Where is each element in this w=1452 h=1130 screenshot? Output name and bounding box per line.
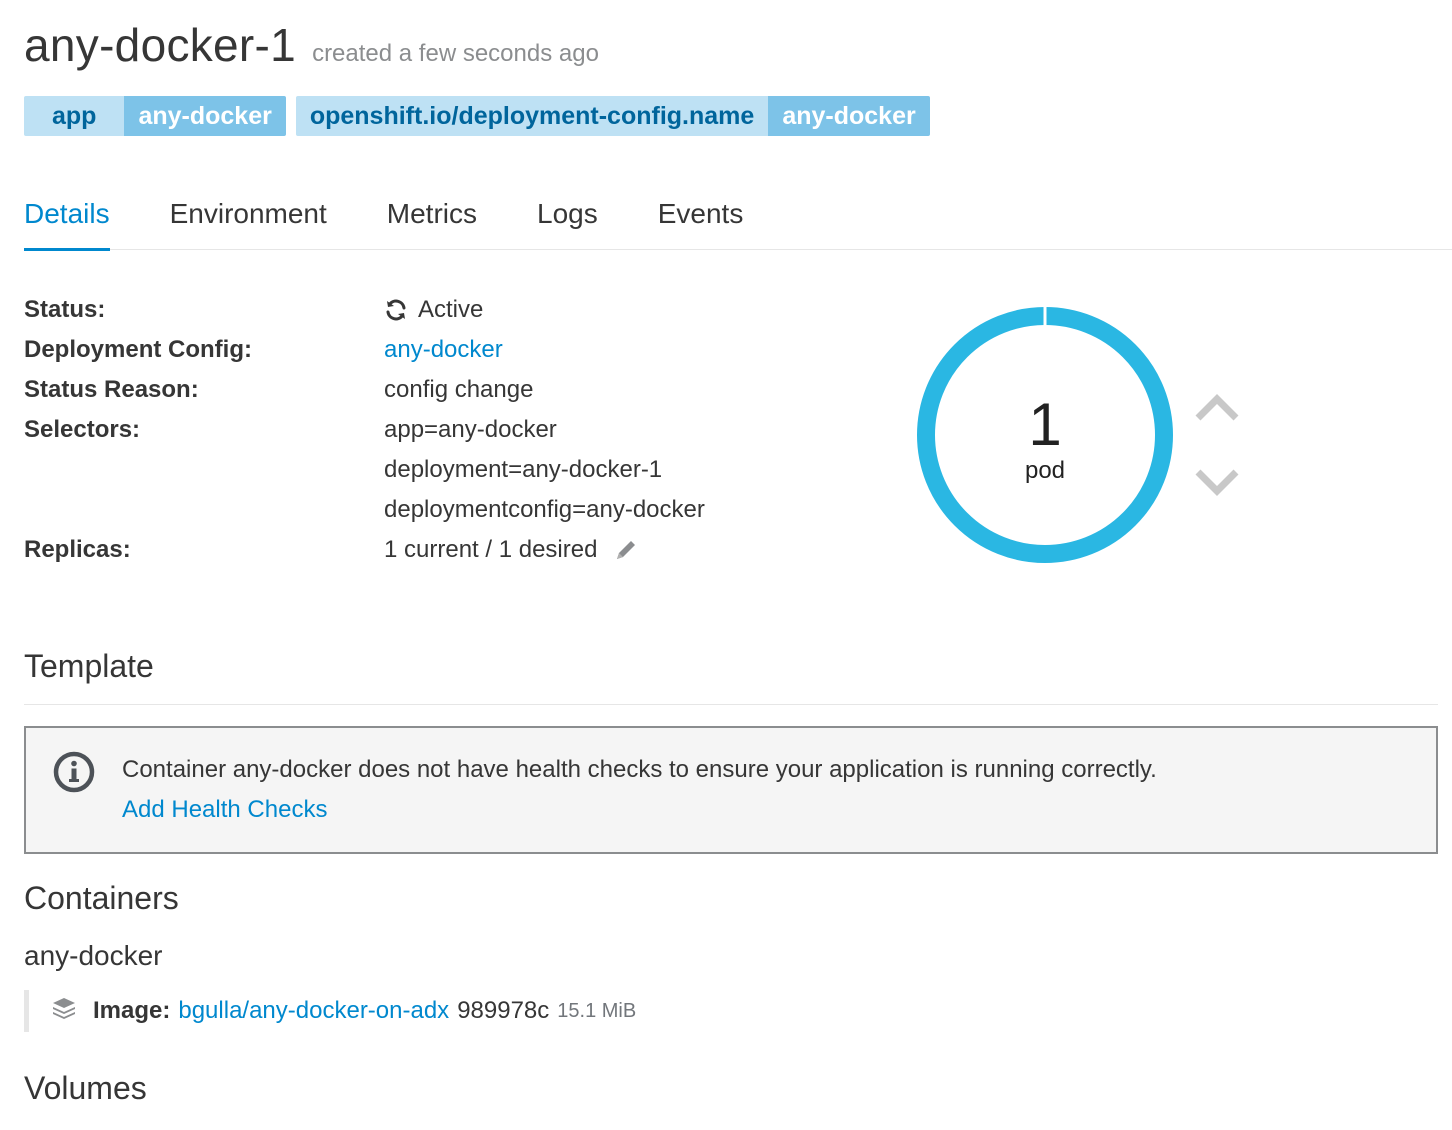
volumes-heading: Volumes: [24, 1070, 147, 1106]
tab-metrics[interactable]: Metrics: [387, 190, 477, 250]
replicas-key: Replicas:: [24, 536, 131, 563]
deployment-config-link[interactable]: any-docker: [384, 336, 503, 364]
label-deployment-config-name[interactable]: openshift.io/deployment-config.name any-…: [295, 96, 930, 136]
container-image-row: Image: bgulla/any-docker-on-adx 989978c …: [24, 990, 636, 1032]
created-timestamp: created a few seconds ago: [312, 40, 599, 67]
chevron-up-icon: [1195, 394, 1239, 421]
tab-events[interactable]: Events: [658, 190, 744, 250]
scale-up-button[interactable]: [1194, 390, 1240, 424]
status-row: Status: Active: [24, 290, 884, 330]
info-icon: [52, 750, 96, 794]
template-heading: Template: [24, 648, 154, 684]
pod-unit: pod: [1024, 457, 1066, 484]
tab-environment[interactable]: Environment: [170, 190, 327, 250]
tab-bar: Details Environment Metrics Logs Events: [24, 190, 1452, 251]
selectors-row-3: deploymentconfig=any-docker: [24, 490, 884, 530]
template-divider: [24, 704, 1438, 705]
replicas-value-wrap: 1 current / 1 desired: [384, 536, 639, 564]
status-reason-row: Status Reason: config change: [24, 370, 884, 410]
scale-down-button[interactable]: [1194, 466, 1240, 500]
selectors-row: Selectors: app=any-docker: [24, 410, 884, 450]
container-name: any-docker: [24, 940, 163, 971]
replicas-row: Replicas: 1 current / 1 desired: [24, 530, 884, 570]
status-reason-value: config change: [384, 376, 534, 403]
image-label: Image:: [93, 997, 171, 1024]
status-value-wrap: Active: [384, 296, 483, 324]
image-size: 15.1 MiB: [557, 999, 637, 1022]
label-value[interactable]: any-docker: [768, 96, 930, 136]
status-reason-key: Status Reason:: [24, 376, 199, 403]
containers-heading: Containers: [24, 880, 179, 916]
health-check-alert: Container any-docker does not have healt…: [24, 726, 1438, 854]
page-title: any-docker-1: [24, 19, 297, 71]
donut-label: 1 pod: [916, 306, 1174, 564]
image-layers-icon: [51, 996, 77, 1027]
tab-details[interactable]: Details: [24, 190, 110, 251]
selector-item: deployment=any-docker-1: [384, 456, 663, 483]
replicas-value: 1 current / 1 desired: [384, 536, 598, 563]
label-app[interactable]: app any-docker: [24, 96, 286, 136]
selectors-key: Selectors:: [24, 416, 141, 443]
refresh-icon: [384, 298, 408, 322]
label-key[interactable]: app: [24, 96, 125, 136]
status-key: Status:: [24, 296, 106, 323]
labels-list: app any-docker openshift.io/deployment-c…: [24, 96, 940, 136]
details-list: Status: Active Deployment Config: any-do…: [24, 290, 884, 570]
pod-donut-chart: 1 pod: [916, 306, 1174, 564]
selector-item: app=any-docker: [384, 416, 557, 443]
image-link[interactable]: bgulla/any-docker-on-adx: [178, 997, 449, 1025]
selectors-row-2: deployment=any-docker-1: [24, 450, 884, 490]
deployment-config-row: Deployment Config: any-docker: [24, 330, 884, 370]
chevron-down-icon: [1195, 469, 1239, 496]
tab-logs[interactable]: Logs: [537, 190, 598, 250]
deployment-config-key: Deployment Config:: [24, 336, 252, 363]
selector-item: deploymentconfig=any-docker: [384, 496, 705, 523]
pod-count: 1: [1028, 391, 1062, 458]
add-health-checks-link[interactable]: Add Health Checks: [122, 796, 327, 824]
alert-message: Container any-docker does not have healt…: [122, 756, 1157, 783]
label-value[interactable]: any-docker: [124, 96, 286, 136]
page-header: any-docker-1 created a few seconds ago: [24, 18, 599, 72]
status-value: Active: [418, 296, 484, 323]
label-key[interactable]: openshift.io/deployment-config.name: [295, 96, 769, 136]
pencil-icon[interactable]: [613, 537, 639, 563]
image-hash: 989978c: [457, 997, 550, 1024]
